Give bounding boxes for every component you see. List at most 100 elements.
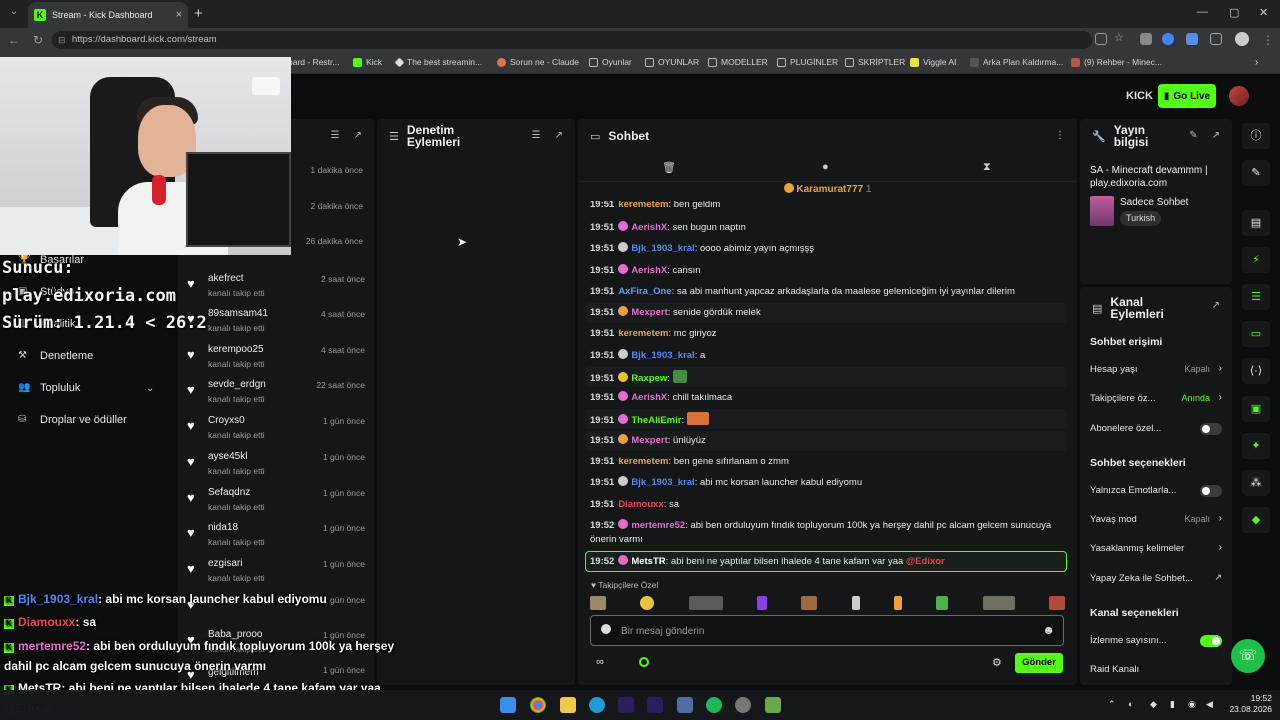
follower-name[interactable]: Sefaqdnz: [208, 487, 250, 498]
headset-icon[interactable]: ◐: [1128, 699, 1133, 709]
emote-icon[interactable]: [893, 596, 902, 610]
bookmark[interactable]: Arka Plan Kaldırma...: [970, 57, 1063, 67]
follower-name[interactable]: 89samsam41: [208, 308, 268, 319]
start-icon[interactable]: [500, 697, 516, 713]
follower-name[interactable]: kerempoo25: [208, 344, 264, 355]
follower-name[interactable]: Croyxs0: [208, 415, 245, 426]
pinned-gift-banner[interactable]: Karamurat777 1: [578, 183, 1077, 203]
chat-username[interactable]: Raxpew: [631, 373, 667, 384]
chat-message[interactable]: 19:51 TheAliEmir:: [590, 412, 1060, 428]
chat-username[interactable]: AxFira_One: [618, 286, 671, 297]
chat-message[interactable]: 19:51 AxFira_One: sa abi manhunt yapcaz a…: [590, 285, 1060, 299]
hourglass-icon[interactable]: ⧗: [983, 161, 991, 174]
layout-icon[interactable]: ▤: [1242, 210, 1270, 236]
follower-name[interactable]: akefrect: [208, 273, 244, 284]
setting-raid-channel[interactable]: Raid Kanalı: [1090, 664, 1222, 678]
chat-message[interactable]: 19:51 Bjk_1903_kral: abi mc korsan launch…: [590, 476, 1060, 490]
list-icon[interactable]: ☰: [1242, 284, 1270, 310]
chat-message[interactable]: 19:52 mertemre52: abi ben orduluyum fındı…: [590, 519, 1060, 547]
reload-icon[interactable]: ↻: [33, 33, 43, 47]
toggle-switch[interactable]: [1200, 423, 1222, 435]
setting-ai-chat[interactable]: Yapay Zeka ile Sohbet... ↗: [1090, 572, 1222, 587]
chat-message[interactable]: 19:51 AerishX: sen bugun naptın: [590, 221, 1060, 235]
chat-username[interactable]: keremetem: [618, 328, 668, 339]
chat-message[interactable]: 19:51 AerishX: cansın: [590, 264, 1060, 278]
minimize-icon[interactable]: —: [1197, 6, 1208, 18]
chat-message[interactable]: 19:51 Raxpew:: [590, 370, 1060, 386]
broadcast-icon[interactable]: ⟨·⟩: [1242, 358, 1270, 384]
chat-user-badge-icon[interactable]: [601, 624, 611, 634]
close-window-icon[interactable]: ✕: [1259, 6, 1268, 19]
chat-username[interactable]: keremetem: [618, 456, 668, 467]
bookmark[interactable]: bard - Restr...: [288, 57, 340, 67]
chat-settings-icon[interactable]: ●: [822, 161, 829, 173]
chat-username[interactable]: Bjk_1903_kral: [631, 350, 694, 361]
emote-icon[interactable]: [851, 596, 860, 610]
maximize-icon[interactable]: ▢: [1229, 6, 1239, 19]
mic-icon[interactable]: ▮: [1170, 699, 1175, 710]
emote-icon[interactable]: [936, 596, 949, 610]
sidebar-item-droplar[interactable]: ⛁ Droplar ve ödüller: [18, 414, 127, 426]
app-icon[interactable]: [677, 697, 693, 713]
chat-input-box[interactable]: ☻: [590, 615, 1064, 646]
obs-icon[interactable]: [735, 697, 751, 713]
info-icon[interactable]: ⓘ: [1242, 123, 1270, 149]
send-button[interactable]: Gönder: [1015, 653, 1063, 673]
bookmark[interactable]: Viggle AI: [910, 57, 956, 67]
emoji-icon[interactable]: ☻: [1042, 623, 1055, 637]
tray-chevron-icon[interactable]: ⌃: [1108, 699, 1116, 710]
chat-username[interactable]: TheAliEmir: [631, 415, 681, 426]
back-icon[interactable]: ←: [8, 33, 20, 47]
setting-slow-mode[interactable]: Yavaş mod Kapalı ›: [1090, 513, 1222, 528]
emote-icon[interactable]: [1048, 596, 1065, 610]
follower-name[interactable]: ezgisari: [208, 558, 242, 569]
points-icon[interactable]: ∞: [596, 656, 604, 668]
chat-username[interactable]: MetsTR: [631, 556, 665, 567]
chat-message[interactable]: 19:51 keremetem: ben geldim: [590, 201, 1060, 209]
gem-icon[interactable]: ◆: [1242, 507, 1270, 533]
chat-message[interactable]: 19:51 AerishX: chill takılmaca: [590, 391, 1060, 405]
emote-icon[interactable]: [640, 596, 655, 610]
spotify-icon[interactable]: [706, 697, 722, 713]
chat-message[interactable]: 19:51 keremetem: mc giriyoz: [590, 327, 1060, 341]
setting-follower-only[interactable]: Takipçilere öz... Anında ›: [1090, 392, 1222, 407]
chrome-icon[interactable]: [530, 697, 546, 713]
chat-message[interactable]: 19:51 Mexpert: ünlüyüz: [590, 434, 1060, 448]
tray-app-icon[interactable]: ◆: [1150, 699, 1157, 710]
bookmark-folder[interactable]: SKRİPTLER: [845, 57, 905, 67]
setting-view-count[interactable]: İzlenme sayısını...: [1090, 635, 1222, 649]
sidebar-item-topluluk[interactable]: 👥 Topluluk ⌄: [18, 382, 154, 394]
kick-logo[interactable]: KICK: [1126, 90, 1153, 102]
bookmark[interactable]: The best streamin...: [394, 57, 482, 67]
chat-username[interactable]: Bjk_1903_kral: [631, 243, 694, 254]
sidebar-item-denetleme[interactable]: ⚒ Denetleme: [18, 350, 93, 362]
lightning-icon[interactable]: ⚡: [1242, 247, 1270, 273]
setting-banned-words[interactable]: Yasaklanmış kelimeler ›: [1090, 542, 1222, 557]
new-tab-icon[interactable]: +: [194, 5, 203, 22]
go-live-button[interactable]: ▮ Go Live: [1158, 84, 1216, 108]
popout-icon[interactable]: ↗: [1212, 130, 1220, 141]
gear-icon[interactable]: ⚙: [992, 656, 1002, 669]
chat-message[interactable]: 19:51 Diamouxx: sa: [590, 498, 1060, 512]
network-icon[interactable]: ◉: [1188, 699, 1196, 710]
panel-icon[interactable]: ▣: [1242, 396, 1270, 422]
setting-account-age[interactable]: Hesap yaşı Kapalı ›: [1090, 363, 1222, 378]
bookmarks-more-icon[interactable]: ›: [1255, 57, 1258, 68]
extension-icon[interactable]: [1140, 33, 1152, 45]
chat-username[interactable]: Mexpert: [631, 307, 667, 318]
tab-search-icon[interactable]: ⌄: [6, 6, 22, 22]
bookmark[interactable]: (9) Rehber - Minec...: [1071, 57, 1162, 67]
extensions-puzzle-icon[interactable]: [1210, 33, 1222, 45]
emote-icon[interactable]: [688, 596, 723, 610]
popout-icon[interactable]: ↗: [1212, 300, 1220, 311]
bookmark-folder[interactable]: PLUGİNLER: [777, 57, 838, 67]
popout-icon[interactable]: ↗: [354, 130, 362, 141]
chat-username[interactable]: AerishX: [631, 265, 667, 276]
filter-icon[interactable]: ☰: [532, 130, 541, 141]
tab-close-icon[interactable]: ×: [176, 9, 182, 21]
chat-username[interactable]: Bjk_1903_kral: [631, 477, 694, 488]
profile-avatar[interactable]: [1235, 32, 1249, 46]
emote-icon[interactable]: [756, 596, 767, 610]
setting-emote-only[interactable]: Yalnızca Emotlarla...: [1090, 485, 1222, 499]
premiere-icon[interactable]: [647, 697, 663, 713]
